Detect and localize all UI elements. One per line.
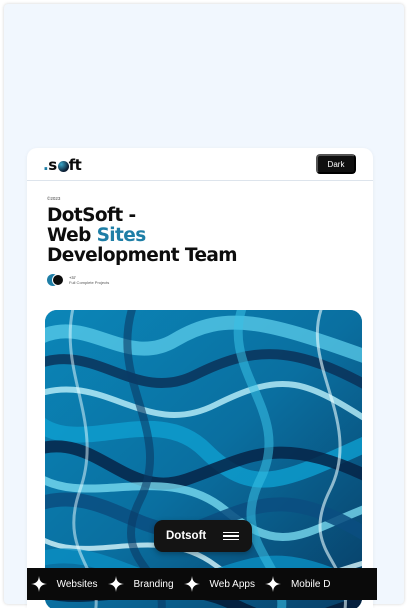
fluid-art-image [45, 310, 362, 608]
services-ticker: sites Websites Branding Web Apps Mobile … [27, 568, 377, 600]
logo-letter-s: s [48, 156, 57, 174]
logo-o-icon [57, 160, 69, 172]
ticker-item: Web Apps [209, 578, 255, 590]
projects-stat: +37 Full Complete Projects [47, 273, 109, 287]
ticker-item: Mobile D [290, 578, 331, 590]
headline-line-1: DotSoft - [47, 205, 136, 226]
ticker-item: Branding [133, 578, 174, 590]
headline-web: Web [47, 225, 97, 246]
projects-label: Full Complete Projects [69, 280, 110, 285]
copyright-year: ©2023 [47, 196, 61, 201]
sparkle-star-icon [107, 576, 124, 592]
hamburger-icon[interactable] [223, 532, 239, 540]
headline-line-3: Development Team [47, 245, 238, 266]
ticker-row: sites Websites Branding Web Apps Mobile … [27, 568, 330, 600]
hero-image [45, 310, 362, 608]
website-preview-card: . s ft Dark ©2023 DotSoft - Web Sites Deve… [27, 148, 373, 608]
headline-line-2: Web Sites [47, 226, 347, 246]
avatar [52, 274, 64, 286]
menu-pill[interactable]: Dotsoft [154, 520, 252, 552]
logo-letters-ft: ft [68, 156, 82, 174]
ticker-item: Websites [56, 578, 98, 590]
menu-pill-label: Dotsoft [166, 530, 207, 542]
sparkle-star-icon [30, 576, 47, 592]
top-navigation: . s ft Dark [27, 148, 373, 181]
dark-mode-button[interactable]: Dark [316, 154, 356, 174]
avatar-group [47, 274, 65, 286]
headline-sites-accent: Sites [96, 225, 147, 246]
site-logo[interactable]: . s ft [43, 156, 82, 174]
sparkle-star-icon [183, 576, 200, 592]
page-headline: DotSoft - Web Sites Development Team [47, 206, 347, 266]
sparkle-star-icon [264, 576, 281, 592]
